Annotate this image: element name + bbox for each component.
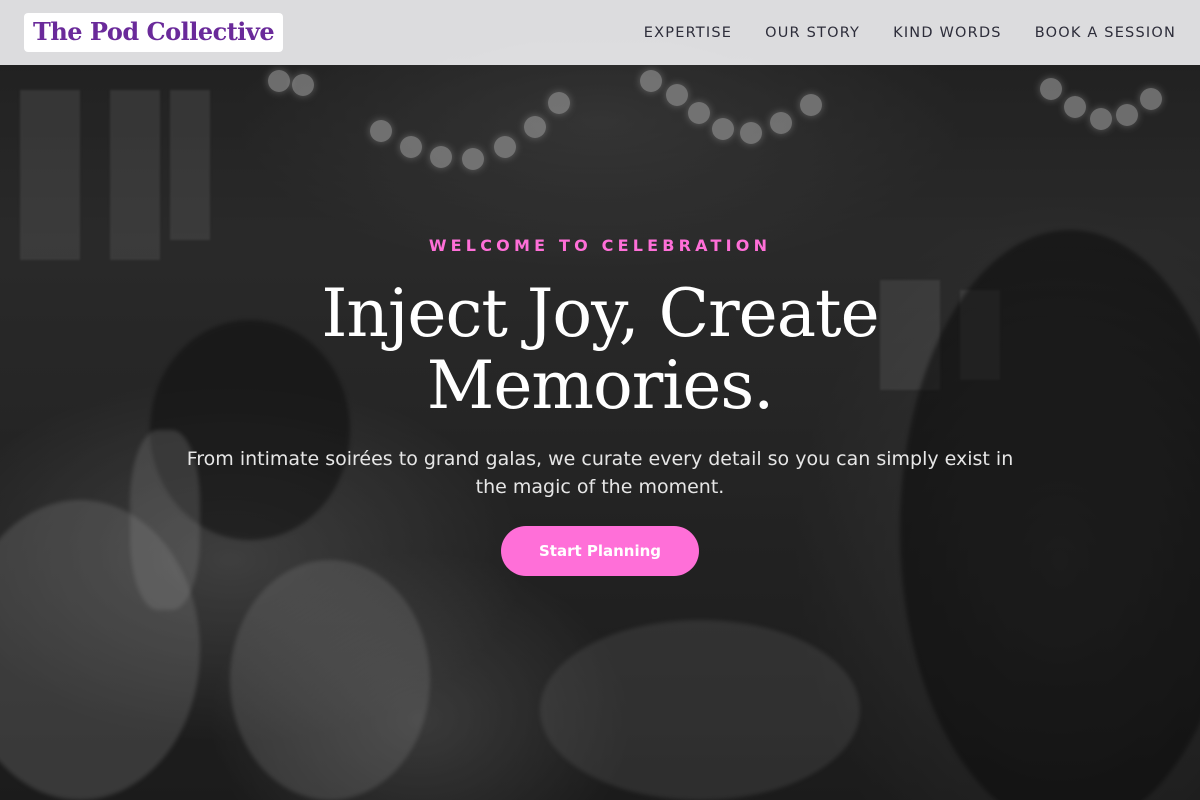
- nav-link-kind-words[interactable]: KIND WORDS: [893, 25, 1002, 41]
- hero-headline-line-1: Inject Joy, Create: [321, 275, 879, 352]
- nav-links: EXPERTISE OUR STORY KIND WORDS BOOK A SE…: [611, 25, 1176, 41]
- hero-subtext: From intimate soirées to grand galas, we…: [186, 448, 1014, 498]
- hero-headline-line-2: Memories.: [426, 347, 775, 424]
- hero-headline: Inject Joy, Create Memories.: [250, 278, 950, 422]
- nav-link-expertise[interactable]: EXPERTISE: [644, 25, 732, 41]
- nav-link-book-a-session[interactable]: BOOK A SESSION: [1035, 25, 1176, 41]
- brand-logo[interactable]: The Pod Collective: [24, 12, 284, 53]
- start-planning-button[interactable]: Start Planning: [501, 526, 699, 576]
- hero-section: WELCOME TO CELEBRATION Inject Joy, Creat…: [0, 0, 1200, 800]
- top-navbar: The Pod Collective EXPERTISE OUR STORY K…: [0, 0, 1200, 65]
- hero-eyebrow: WELCOME TO CELEBRATION: [428, 236, 772, 255]
- nav-link-our-story[interactable]: OUR STORY: [765, 25, 860, 41]
